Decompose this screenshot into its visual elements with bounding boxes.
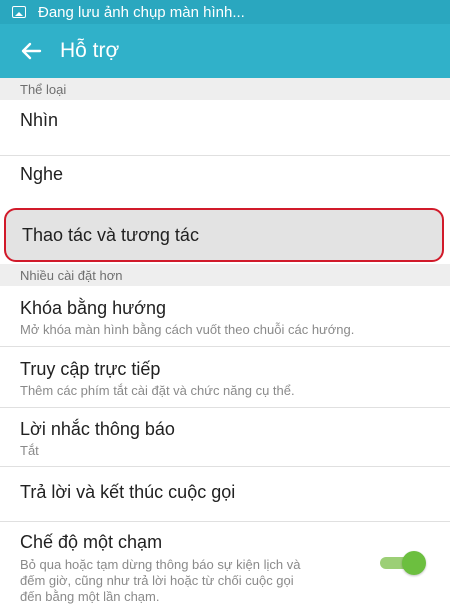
- item-subtitle: Tắt: [20, 443, 39, 458]
- divider: [0, 346, 450, 347]
- divider: [0, 521, 450, 522]
- divider: [0, 407, 450, 408]
- single-tap-toggle[interactable]: [378, 551, 426, 575]
- list-item-single-tap[interactable]: Chế độ một chạm Bỏ qua hoặc tạm dừng thô…: [0, 532, 360, 605]
- divider: [0, 466, 450, 467]
- list-item-direct-access[interactable]: Truy cập trực tiếp Thêm các phím tắt cài…: [0, 359, 450, 399]
- item-title: Chế độ một chạm: [20, 532, 163, 552]
- list-item-dexterity[interactable]: Thao tác và tương tác: [4, 208, 444, 262]
- item-subtitle: Thêm các phím tắt cài đặt và chức năng c…: [20, 383, 295, 398]
- section-header-category: Thể loại: [0, 78, 450, 100]
- list-item-answer-end-calls[interactable]: Trả lời và kết thúc cuộc gọi: [0, 482, 450, 503]
- item-title: Truy cập trực tiếp: [20, 359, 161, 379]
- item-subtitle-line1: Bỏ qua hoặc tạm dừng thông báo sự kiện l…: [20, 557, 301, 572]
- toggle-thumb: [402, 551, 426, 575]
- item-title: Lời nhắc thông báo: [20, 419, 175, 439]
- list-item-vision[interactable]: Nhìn: [0, 110, 450, 131]
- item-title: Nghe: [20, 164, 64, 184]
- list-item-notification-reminder[interactable]: Lời nhắc thông báo Tắt: [0, 419, 450, 459]
- status-text: Đang lưu ảnh chụp màn hình...: [38, 3, 245, 21]
- page-title: Hỗ trợ: [60, 39, 120, 62]
- item-title: Trả lời và kết thúc cuộc gọi: [20, 482, 236, 502]
- item-subtitle-line3: đến bằng một lần chạm.: [20, 589, 160, 604]
- item-title: Thao tác và tương tác: [22, 224, 199, 245]
- arrow-left-icon: [21, 42, 42, 60]
- divider: [0, 155, 450, 156]
- screenshot-icon: [12, 6, 26, 18]
- app-bar: Hỗ trợ: [0, 24, 450, 78]
- back-button[interactable]: [18, 38, 44, 64]
- item-title: Nhìn: [20, 110, 59, 130]
- item-title: Khóa bằng hướng: [20, 298, 166, 318]
- section-header-more-settings: Nhiều cài đặt hơn: [0, 264, 450, 286]
- list-item-hearing[interactable]: Nghe: [0, 164, 450, 185]
- status-bar: Đang lưu ảnh chụp màn hình...: [0, 0, 450, 24]
- item-subtitle-line2: đếm giờ, cũng như trả lời hoặc từ chối c…: [20, 573, 294, 588]
- list-item-direction-lock[interactable]: Khóa bằng hướng Mở khóa màn hình bằng cá…: [0, 298, 450, 338]
- item-subtitle: Mở khóa màn hình bằng cách vuốt theo chu…: [20, 322, 355, 337]
